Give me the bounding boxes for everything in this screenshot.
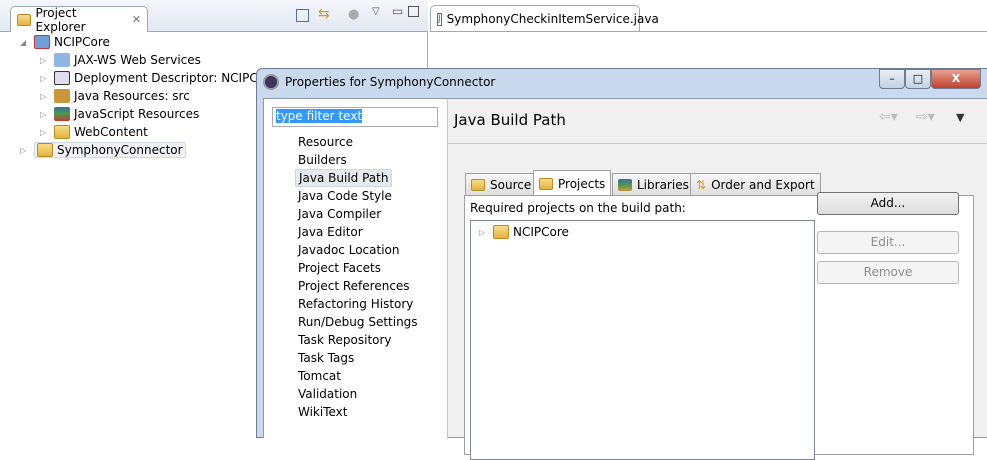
- collapsed-arrow-icon[interactable]: ▷: [479, 228, 489, 237]
- nav-wikitext[interactable]: WikiText: [295, 403, 351, 421]
- dialog-body: type filter text Resource Builders Java …: [263, 98, 987, 460]
- tree-label: JavaScript Resources: [74, 107, 200, 121]
- editor-divider: [430, 31, 987, 32]
- source-folder-icon: [471, 178, 485, 191]
- properties-icon: [263, 74, 279, 90]
- tab-projects[interactable]: Projects: [533, 170, 612, 196]
- menu-icon[interactable]: ▼: [956, 111, 964, 124]
- filters-icon[interactable]: ●: [348, 7, 359, 22]
- maximize-button[interactable]: □: [905, 69, 931, 89]
- javascript-resources-icon: [54, 107, 70, 121]
- collapsed-arrow-icon[interactable]: ▷: [40, 110, 50, 119]
- back-icon[interactable]: ⇦▾: [879, 109, 898, 125]
- page-title: Java Build Path: [454, 111, 566, 129]
- nav-run-debug-settings[interactable]: Run/Debug Settings: [295, 313, 421, 331]
- java-file-icon: J: [437, 12, 442, 26]
- tree-item[interactable]: ▷ JAX-WS Web Services: [40, 51, 201, 69]
- projects-list[interactable]: ▷ NCIPCore: [470, 220, 815, 460]
- tree-label: WebContent: [74, 125, 148, 139]
- forward-icon[interactable]: ⇨▾: [916, 109, 935, 125]
- filter-input[interactable]: type filter text: [272, 107, 438, 127]
- add-button[interactable]: Add...: [817, 192, 959, 215]
- nav-java-build-path[interactable]: Java Build Path: [295, 169, 393, 187]
- tree-label: JAX-WS Web Services: [74, 53, 201, 67]
- dialog-title: Properties for SymphonyConnector: [285, 75, 496, 89]
- tab-label: Order and Export: [711, 177, 815, 192]
- header-divider: [448, 143, 987, 144]
- tree-item-symphonyconnector[interactable]: ▷ SymphonyConnector: [20, 141, 186, 159]
- dialog-title-bar[interactable]: Properties for SymphonyConnector: [263, 74, 495, 90]
- nav-task-repository[interactable]: Task Repository: [295, 331, 395, 349]
- close-icon[interactable]: ✕: [132, 13, 141, 26]
- nav-javadoc-location[interactable]: Javadoc Location: [295, 241, 402, 259]
- filter-text: type filter text: [276, 109, 363, 123]
- editor-tab[interactable]: J SymphonyCheckinItemService.java: [430, 5, 659, 32]
- project-item[interactable]: ▷ NCIPCore: [479, 223, 569, 241]
- folder-icon: [54, 125, 70, 139]
- link-with-editor-icon[interactable]: ⇆: [318, 6, 330, 22]
- nav-builders[interactable]: Builders: [295, 151, 350, 169]
- tree-label: NCIPCore: [54, 35, 110, 49]
- tab-libraries[interactable]: Libraries: [612, 173, 695, 195]
- nav-resource[interactable]: Resource: [295, 133, 356, 151]
- tab-label: Libraries: [637, 177, 689, 192]
- nav-project-references[interactable]: Project References: [295, 277, 413, 295]
- web-services-icon: [54, 53, 70, 67]
- java-resources-icon: [54, 89, 70, 103]
- nav-tomcat[interactable]: Tomcat: [295, 367, 344, 385]
- nav-refactoring-history[interactable]: Refactoring History: [295, 295, 416, 313]
- tree-item[interactable]: ▷ JavaScript Resources: [40, 105, 199, 123]
- tab-label: Projects: [558, 176, 606, 191]
- nav-task-tags[interactable]: Task Tags: [295, 349, 357, 367]
- collapsed-arrow-icon[interactable]: ▷: [40, 92, 50, 101]
- collapse-all-icon[interactable]: [296, 9, 309, 22]
- project-folder-icon: [539, 177, 553, 190]
- tab-label: Project Explorer: [35, 5, 86, 34]
- tree-item[interactable]: ▷ WebContent: [40, 123, 148, 141]
- folder-icon: [17, 13, 31, 26]
- java-project-icon: [37, 143, 53, 157]
- tree-label: SymphonyConnector: [57, 143, 183, 157]
- remove-button[interactable]: Remove: [817, 261, 959, 284]
- tree-label: Java Resources: src: [74, 89, 190, 103]
- expanded-arrow-icon[interactable]: ◢: [20, 38, 30, 47]
- nav-java-compiler[interactable]: Java Compiler: [295, 205, 384, 223]
- editor-tab-label: SymphonyCheckinItemService.java: [446, 12, 659, 26]
- nav-java-editor[interactable]: Java Editor: [295, 223, 366, 241]
- view-menu-icon[interactable]: ▽: [372, 6, 380, 17]
- project-folder-icon: [493, 225, 509, 239]
- tree-item-ncipcore[interactable]: ◢ NCIPCore: [20, 33, 110, 51]
- minimize-icon[interactable]: ▭: [392, 4, 403, 18]
- collapsed-arrow-icon[interactable]: ▷: [20, 146, 30, 155]
- deployment-descriptor-icon: [54, 71, 70, 85]
- tab-source[interactable]: Source: [465, 173, 538, 195]
- web-project-icon: [34, 35, 50, 49]
- tree-item[interactable]: ▷ Deployment Descriptor: NCIPCore: [40, 69, 277, 87]
- project-explorer-tab[interactable]: Project Explorer ✕: [10, 5, 148, 34]
- close-button[interactable]: X: [931, 69, 981, 89]
- collapsed-arrow-icon[interactable]: ▷: [40, 74, 50, 83]
- required-projects-label: Required projects on the build path:: [470, 201, 686, 215]
- nav-project-facets[interactable]: Project Facets: [295, 259, 384, 277]
- edit-button[interactable]: Edit...: [817, 231, 959, 254]
- project-explorer-toolbar: Project Explorer ✕ ⇆ ● ▽ ▭: [0, 0, 428, 34]
- property-nav: type filter text Resource Builders Java …: [264, 99, 448, 439]
- tree-label: Deployment Descriptor: NCIPCore: [74, 71, 278, 85]
- collapsed-arrow-icon[interactable]: ▷: [40, 56, 50, 65]
- libraries-icon: [618, 178, 632, 191]
- tab-label: Source: [490, 177, 532, 192]
- order-icon: ⇅: [696, 177, 707, 192]
- project-label: NCIPCore: [513, 225, 569, 239]
- minimize-button[interactable]: –: [879, 69, 905, 89]
- nav-validation[interactable]: Validation: [295, 385, 360, 403]
- collapsed-arrow-icon[interactable]: ▷: [40, 128, 50, 137]
- properties-dialog: Properties for SymphonyConnector – □ X t…: [256, 68, 987, 460]
- tree-item[interactable]: ▷ Java Resources: src: [40, 87, 190, 105]
- tab-order-and-export[interactable]: ⇅ Order and Export: [690, 173, 821, 195]
- nav-java-code-style[interactable]: Java Code Style: [295, 187, 395, 205]
- maximize-icon[interactable]: [408, 6, 419, 17]
